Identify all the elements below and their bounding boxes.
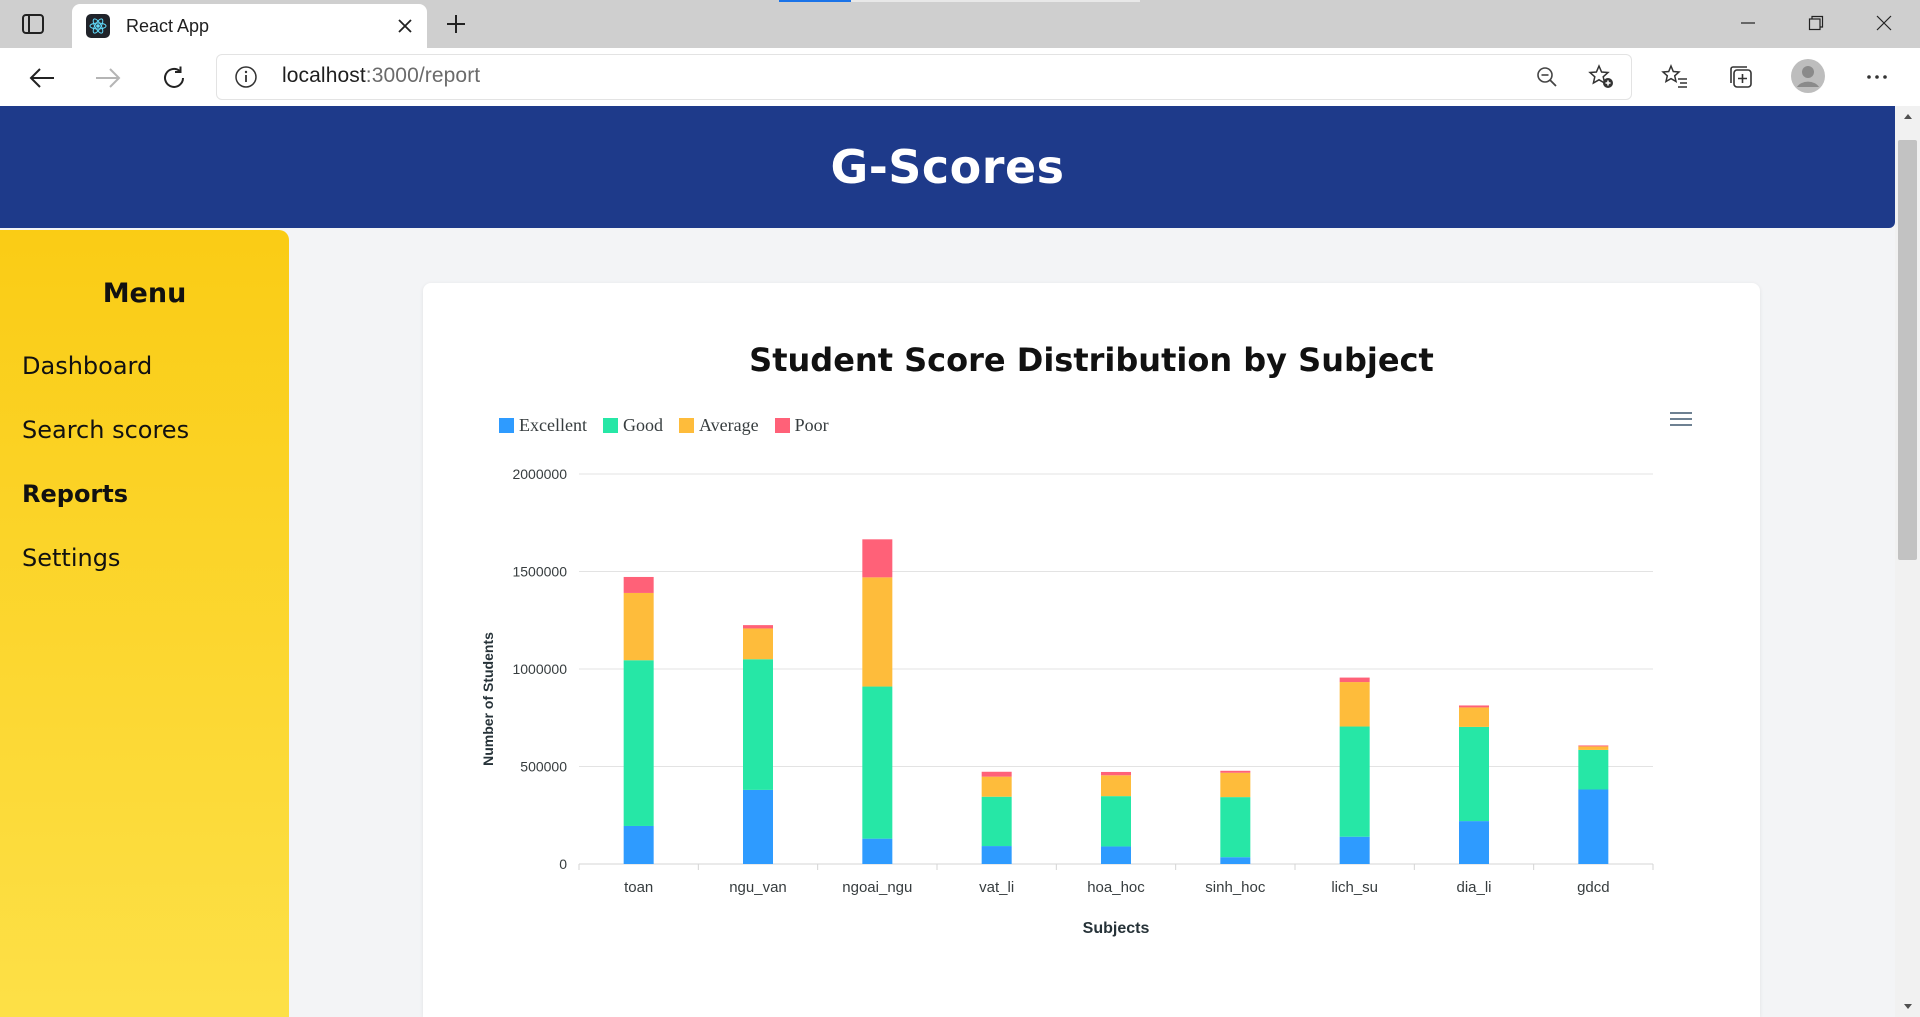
sidebar-item-settings[interactable]: Settings	[22, 544, 120, 572]
bar-segment-excellent-ngoai_ngu	[862, 838, 893, 864]
x-tick-label: gdcd	[1577, 879, 1610, 896]
sidebar-item-search-scores[interactable]: Search scores	[22, 416, 189, 444]
url-host: localhost	[282, 64, 366, 87]
bar-segment-good-dia_li	[1459, 726, 1489, 822]
y-tick-label: 1000000	[512, 661, 567, 677]
bar-segment-poor-gdcd	[1578, 745, 1609, 747]
tab-actions-icon[interactable]	[20, 12, 46, 36]
y-tick-label: 2000000	[512, 466, 567, 482]
tab-loading-indicator	[779, 0, 1140, 2]
browser-titlebar: React App	[0, 0, 1920, 48]
bar-segment-excellent-lich_su	[1339, 836, 1370, 864]
x-tick-label: ngu_van	[729, 879, 787, 896]
forward-icon[interactable]	[90, 60, 126, 96]
y-tick-label: 0	[559, 856, 567, 872]
x-tick-label: hoa_hoc	[1087, 879, 1145, 896]
tab-title: React App	[126, 16, 210, 36]
bar-segment-poor-dia_li	[1459, 705, 1489, 708]
bar-segment-poor-hoa_hoc	[1101, 771, 1131, 776]
favorites-icon[interactable]	[1660, 62, 1690, 92]
sidebar: Menu Dashboard Search scores Reports Set…	[0, 230, 289, 1017]
zoom-out-icon[interactable]	[1532, 62, 1562, 92]
url-path: :3000/report	[365, 64, 481, 87]
bar-segment-poor-vat_li	[981, 771, 1012, 777]
bar-segment-average-vat_li	[981, 776, 1012, 797]
x-axis-title: Subjects	[1083, 920, 1150, 937]
x-tick-label: lich_su	[1331, 879, 1378, 896]
x-tick-label: sinh_hoc	[1205, 879, 1266, 896]
y-tick-label: 500000	[520, 759, 567, 775]
scroll-down-icon[interactable]	[1895, 997, 1920, 1017]
more-options-icon[interactable]	[1862, 62, 1892, 92]
back-icon[interactable]	[24, 60, 60, 96]
x-tick-label: ngoai_ngu	[842, 879, 912, 896]
bar-segment-excellent-toan	[623, 825, 654, 864]
minimize-icon[interactable]	[1714, 0, 1782, 46]
bar-segment-excellent-gdcd	[1578, 789, 1609, 864]
browser-toolbar: localhost:3000/report	[0, 48, 1920, 107]
stacked-bar-chart: 0 500000 1000000 1500000 2000000 toan ngu_van n…	[480, 466, 1654, 937]
report-card: Student Score Distribution by Subject Ex…	[423, 283, 1760, 1017]
bar-segment-excellent-hoa_hoc	[1101, 846, 1131, 864]
bar-segment-poor-lich_su	[1339, 677, 1370, 683]
x-tick-label: toan	[624, 879, 653, 896]
bar-segment-average-lich_su	[1339, 682, 1370, 727]
bar-segment-good-sinh_hoc	[1220, 797, 1251, 858]
bar-segment-good-ngu_van	[743, 659, 773, 790]
bar-segment-good-toan	[623, 660, 654, 826]
bar-segment-average-hoa_hoc	[1101, 775, 1131, 797]
bar-segment-excellent-vat_li	[981, 846, 1012, 864]
profile-avatar-icon[interactable]	[1790, 58, 1826, 94]
x-tick-label: vat_li	[979, 879, 1014, 896]
close-tab-icon[interactable]	[391, 12, 419, 40]
browser-tab[interactable]: React App	[72, 4, 427, 48]
sidebar-item-dashboard[interactable]: Dashboard	[22, 352, 152, 380]
bar-segment-average-sinh_hoc	[1220, 772, 1251, 798]
bar-segment-poor-toan	[623, 576, 654, 593]
bar-segment-good-ngoai_ngu	[862, 686, 893, 839]
bar-segment-average-ngoai_ngu	[862, 577, 893, 687]
bar-segment-excellent-sinh_hoc	[1220, 857, 1251, 864]
y-axis-title: Number of Students	[480, 632, 496, 766]
scrollbar-thumb[interactable]	[1898, 140, 1917, 560]
app-header: G-Scores	[0, 106, 1895, 228]
bar-segment-average-gdcd	[1578, 746, 1609, 750]
menu-title: Menu	[102, 278, 187, 309]
site-info-icon[interactable]	[234, 65, 258, 89]
url-text: localhost:3000/report	[282, 64, 480, 88]
bar-segment-good-gdcd	[1578, 749, 1609, 790]
react-logo-icon	[86, 14, 110, 38]
vertical-scrollbar[interactable]	[1895, 106, 1920, 1017]
bar-segment-good-vat_li	[981, 796, 1012, 847]
sidebar-item-reports[interactable]: Reports	[22, 480, 128, 508]
bar-segment-average-toan	[623, 592, 654, 661]
x-tick-label: dia_li	[1456, 879, 1491, 896]
bar-segment-poor-ngoai_ngu	[862, 539, 893, 578]
collections-icon[interactable]	[1726, 62, 1756, 92]
app-title: G-Scores	[830, 140, 1065, 194]
bar-segment-average-dia_li	[1459, 707, 1489, 727]
bar-segment-good-hoa_hoc	[1101, 796, 1131, 847]
refresh-icon[interactable]	[156, 60, 192, 96]
bar-segment-average-ngu_van	[743, 628, 773, 660]
add-favorite-icon[interactable]	[1586, 62, 1616, 92]
close-window-icon[interactable]	[1850, 0, 1918, 46]
bar-segment-excellent-ngu_van	[743, 789, 773, 864]
bar-segment-poor-ngu_van	[743, 625, 773, 629]
address-bar[interactable]: localhost:3000/report	[216, 54, 1632, 100]
y-tick-label: 1500000	[512, 564, 567, 580]
restore-icon[interactable]	[1782, 0, 1850, 46]
bar-segment-poor-sinh_hoc	[1220, 770, 1251, 773]
bar-segment-excellent-dia_li	[1459, 821, 1489, 864]
bar-segment-good-lich_su	[1339, 726, 1370, 837]
new-tab-icon[interactable]	[440, 8, 472, 40]
scroll-up-icon[interactable]	[1895, 106, 1920, 126]
